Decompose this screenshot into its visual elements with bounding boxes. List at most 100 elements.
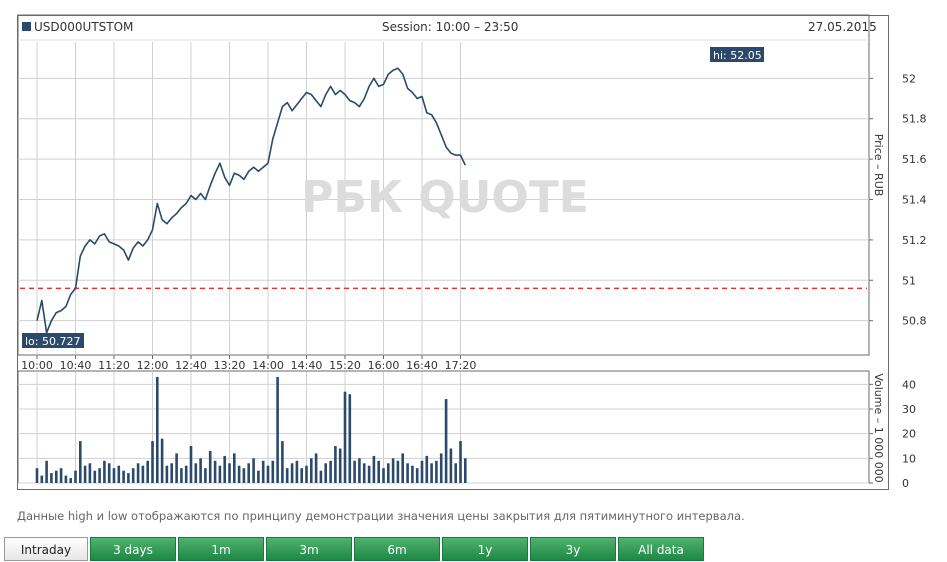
volume-tick-label: 40 bbox=[902, 378, 916, 391]
volume-bar bbox=[353, 460, 356, 483]
high-badge: hi: 52.05 bbox=[710, 47, 764, 62]
time-tick-label: 15:20 bbox=[329, 359, 361, 372]
volume-bar bbox=[122, 470, 125, 483]
volume-bar bbox=[411, 465, 414, 483]
time-tick-label: 17:20 bbox=[445, 359, 477, 372]
volume-bar bbox=[74, 470, 77, 483]
volume-bar bbox=[367, 465, 371, 483]
volume-bar bbox=[59, 468, 63, 483]
price-tick-label: 51.8 bbox=[902, 113, 927, 126]
tab-intraday[interactable]: Intraday bbox=[4, 537, 88, 561]
volume-bar bbox=[464, 458, 467, 483]
volume-tick-label: 0 bbox=[902, 477, 909, 490]
volume-bar bbox=[295, 460, 299, 483]
volume-tick-label: 20 bbox=[902, 428, 916, 441]
volume-bar bbox=[439, 453, 443, 483]
volume-bar bbox=[310, 458, 313, 483]
time-tick-label: 16:40 bbox=[406, 359, 438, 372]
volume-bar bbox=[372, 455, 376, 483]
volume-bar bbox=[117, 465, 121, 483]
chart-svg: РБК QUOTE 50.8 51 51.2 51.4 51.6 51.8 52 hi: 5… bbox=[17, 14, 927, 490]
tab-3y[interactable]: 3y bbox=[530, 537, 616, 561]
time-tick-label: 14:40 bbox=[291, 359, 323, 372]
volume-bar bbox=[362, 463, 366, 483]
volume-bar bbox=[425, 455, 429, 483]
volume-bar bbox=[290, 463, 294, 483]
price-tick-label: 51.4 bbox=[902, 194, 927, 207]
volume-bar bbox=[146, 460, 149, 483]
price-axis-label: Price – RUB bbox=[872, 134, 885, 197]
volume-bar bbox=[175, 453, 178, 483]
volume-bar bbox=[305, 465, 308, 483]
tab-3-days[interactable]: 3 days bbox=[90, 537, 176, 561]
volume-bar bbox=[233, 453, 236, 483]
volume-bar bbox=[79, 441, 82, 483]
price-tick-label: 51.6 bbox=[902, 153, 927, 166]
volume-bar bbox=[324, 463, 327, 483]
volume-bar bbox=[40, 475, 44, 483]
volume-bar bbox=[271, 460, 275, 483]
volume-bar bbox=[430, 463, 433, 483]
volume-bar bbox=[141, 465, 145, 483]
tab-all-data[interactable]: All data bbox=[618, 537, 704, 561]
volume-bar bbox=[112, 468, 116, 483]
price-tick-label: 50.8 bbox=[902, 315, 927, 328]
price-tick-label: 51.2 bbox=[902, 234, 927, 247]
volume-bar bbox=[329, 460, 332, 483]
volume-bar bbox=[252, 458, 255, 483]
volume-bar bbox=[314, 453, 318, 483]
volume-bar bbox=[377, 460, 380, 483]
volume-bar bbox=[160, 438, 164, 483]
volume-bar bbox=[444, 399, 448, 483]
volume-bar bbox=[237, 465, 241, 483]
time-tick-label: 10:40 bbox=[60, 359, 92, 372]
volume-bar bbox=[348, 394, 352, 483]
volume-bar bbox=[184, 465, 188, 483]
time-tick-label: 14:00 bbox=[252, 359, 284, 372]
watermark-logo: РБК QUOTE bbox=[301, 172, 589, 223]
price-axis: 50.8 51 51.2 51.4 51.6 51.8 52 bbox=[869, 72, 927, 328]
volume-bar bbox=[194, 463, 198, 483]
volume-tick-label: 10 bbox=[902, 452, 916, 465]
low-badge-label: lo: 50.727 bbox=[25, 335, 80, 348]
volume-bar bbox=[136, 463, 140, 483]
time-tick-label: 10:00 bbox=[21, 359, 53, 372]
volume-bar bbox=[459, 441, 462, 483]
volume-bar bbox=[98, 468, 101, 483]
volume-bar bbox=[199, 458, 202, 483]
tab-1m[interactable]: 1m bbox=[178, 537, 264, 561]
tab-1y[interactable]: 1y bbox=[442, 537, 528, 561]
volume-bar bbox=[45, 460, 48, 483]
volume-bar bbox=[93, 470, 97, 483]
volume-bar bbox=[151, 441, 154, 483]
footnote: Данные high и low отображаются по принци… bbox=[17, 509, 745, 523]
volume-bar bbox=[454, 463, 457, 483]
volume-bar bbox=[391, 458, 395, 483]
volume-bar bbox=[35, 468, 39, 483]
volume-bars bbox=[35, 376, 467, 483]
volume-bar bbox=[228, 463, 231, 483]
volume-bar bbox=[223, 455, 226, 483]
volume-bar bbox=[189, 446, 193, 483]
low-badge: lo: 50.727 bbox=[22, 333, 84, 348]
volume-bar bbox=[170, 463, 173, 483]
volume-bar bbox=[257, 470, 260, 483]
tab-6m[interactable]: 6m bbox=[354, 537, 440, 561]
volume-bar bbox=[406, 463, 409, 483]
volume-panel-border bbox=[17, 370, 870, 484]
volume-bar bbox=[266, 465, 270, 483]
volume-bar bbox=[319, 470, 323, 483]
time-axis: 10:00 10:40 11:20 12:00 12:40 13:20 14:00 14:40… bbox=[21, 355, 476, 372]
volume-bar bbox=[358, 458, 361, 483]
volume-bar bbox=[180, 468, 183, 483]
volume-bar bbox=[127, 473, 130, 483]
price-tick-label: 52 bbox=[902, 72, 916, 85]
volume-bar bbox=[401, 453, 404, 483]
volume-bar bbox=[261, 460, 265, 483]
volume-bar bbox=[276, 376, 279, 483]
volume-bar bbox=[247, 463, 250, 483]
volume-bar bbox=[382, 468, 385, 483]
tab-3m[interactable]: 3m bbox=[266, 537, 352, 561]
volume-bar bbox=[281, 441, 284, 483]
volume-bar bbox=[208, 450, 212, 483]
